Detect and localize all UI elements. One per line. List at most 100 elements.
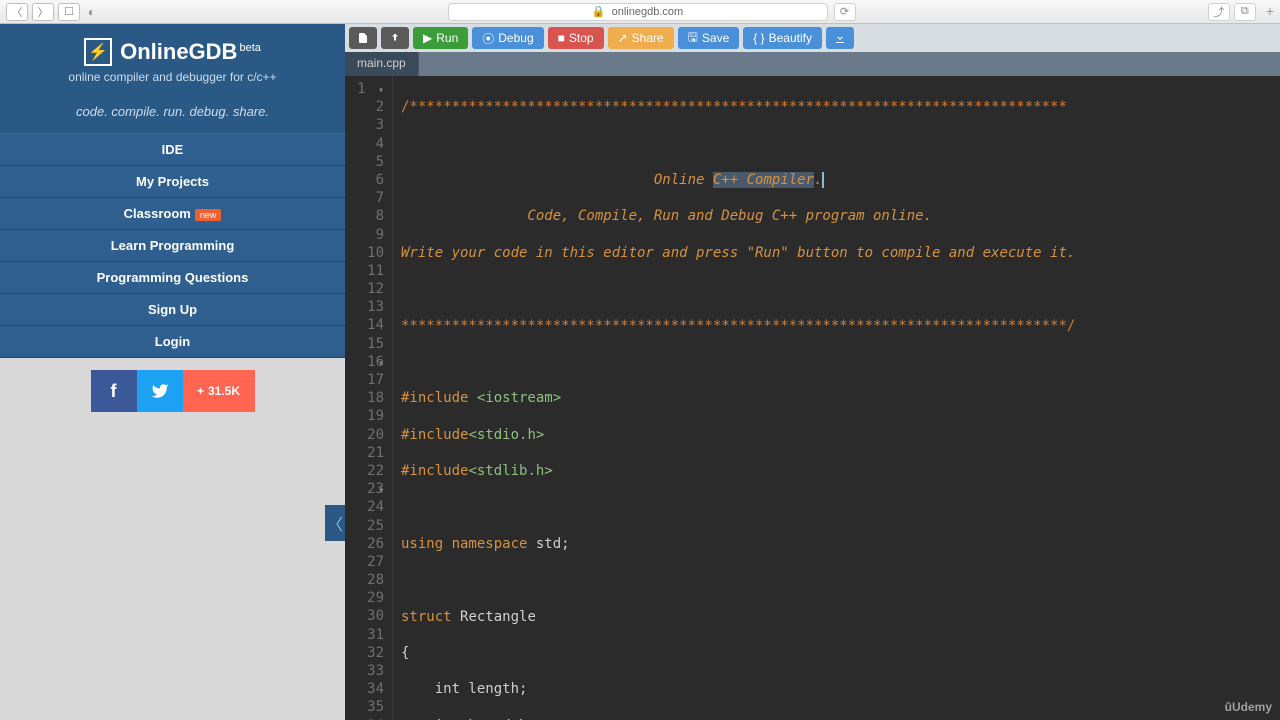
- share-button[interactable]: ↗ Share: [608, 27, 674, 49]
- code-text: std;: [536, 536, 570, 552]
- bolt-icon: ⚡: [84, 38, 112, 66]
- code-text: .: [814, 172, 824, 188]
- code-text: #include: [401, 390, 477, 406]
- stop-button[interactable]: ■ Stop: [548, 27, 604, 49]
- browser-toolbar: 〈 〉 ☐ ◐ 🔒 onlinegdb.com ⟳ ⤴ ⧉ +: [0, 0, 1280, 24]
- collapse-sidebar-button[interactable]: 〈: [325, 505, 345, 541]
- code-text: #include: [401, 427, 468, 443]
- upload-button[interactable]: [381, 27, 409, 49]
- sidebar-item-learn[interactable]: Learn Programming: [0, 230, 345, 262]
- code-content[interactable]: /***************************************…: [393, 76, 1280, 720]
- reload-button[interactable]: ⟳: [834, 3, 856, 21]
- download-icon: [834, 32, 846, 44]
- logo-area: ⚡ OnlineGDBbeta online compiler and debu…: [0, 24, 345, 90]
- code-text: [401, 571, 1272, 589]
- lock-icon: 🔒: [592, 5, 606, 18]
- editor-panel: ▶ Run ⦿Debug ■ Stop ↗ Share 🖫 Save { } Beauti…: [345, 24, 1280, 720]
- code-text: [401, 280, 1272, 298]
- udemy-icon: û: [1225, 700, 1232, 714]
- sidebar: ⚡ OnlineGDBbeta online compiler and debu…: [0, 24, 345, 720]
- code-text: Online: [401, 172, 713, 188]
- tabs-button[interactable]: ⧉: [1234, 3, 1256, 21]
- code-text: <stdlib.h>: [468, 463, 552, 479]
- code-text: Write your code in this editor and press…: [401, 245, 1075, 261]
- address-bar[interactable]: 🔒 onlinegdb.com: [448, 3, 828, 21]
- button-label: Stop: [569, 31, 594, 45]
- twitter-button[interactable]: [137, 370, 183, 412]
- code-editor[interactable]: 1 ▾23456789101112131415 ▾16171819202122 …: [345, 76, 1280, 720]
- braces-icon: { }: [753, 31, 764, 45]
- button-label: Share: [632, 31, 664, 45]
- udemy-label: Udemy: [1232, 700, 1272, 714]
- code-text: int length;: [401, 680, 1272, 698]
- new-file-button[interactable]: [349, 27, 377, 49]
- play-icon: ▶: [423, 31, 432, 45]
- nav-back-button[interactable]: 〈: [6, 3, 28, 21]
- url-text: onlinegdb.com: [612, 6, 684, 18]
- sidebar-item-label: Classroom: [124, 206, 191, 221]
- sidebar-item-signup[interactable]: Sign Up: [0, 294, 345, 326]
- brand-subtitle: online compiler and debugger for c/c++: [0, 70, 345, 84]
- button-label: Debug: [498, 31, 533, 45]
- save-button[interactable]: 🖫 Save: [678, 27, 740, 49]
- stop-icon: ■: [558, 31, 565, 45]
- nav-forward-button[interactable]: 〉: [32, 3, 54, 21]
- button-label: Run: [436, 31, 458, 45]
- code-text: Rectangle: [460, 609, 536, 625]
- share-page-button[interactable]: ⤴: [1208, 3, 1230, 21]
- code-text: {: [401, 644, 1272, 662]
- save-icon: 🖫: [688, 28, 698, 49]
- code-text: /***************************************…: [401, 99, 1067, 115]
- download-button[interactable]: [826, 27, 854, 49]
- sidebar-item-projects[interactable]: My Projects: [0, 166, 345, 198]
- beta-badge: beta: [239, 42, 260, 54]
- sidebar-item-login[interactable]: Login: [0, 326, 345, 358]
- sidebar-item-label: My Projects: [136, 174, 209, 189]
- sidebar-item-label: Programming Questions: [97, 270, 249, 285]
- code-text: struct: [401, 609, 460, 625]
- file-tab[interactable]: main.cpp: [345, 52, 419, 76]
- tab-bar: main.cpp: [345, 52, 1280, 76]
- new-badge: new: [195, 209, 222, 221]
- line-gutter: 1 ▾23456789101112131415 ▾16171819202122 …: [345, 76, 393, 720]
- code-text: Code, Compile, Run and Debug C++ program…: [401, 208, 932, 224]
- share-icon: ↗: [618, 31, 628, 45]
- brand-name: OnlineGDB: [120, 39, 237, 64]
- code-text: <iostream>: [477, 390, 561, 406]
- code-text: ****************************************…: [401, 318, 1075, 334]
- upload-icon: [389, 32, 401, 44]
- sidebar-item-classroom[interactable]: Classroom new: [0, 198, 345, 230]
- selected-text: C++ Compiler: [713, 172, 814, 188]
- file-icon: [357, 32, 369, 44]
- sidebar-item-label: IDE: [162, 142, 184, 157]
- debug-button[interactable]: ⦿Debug: [472, 27, 543, 49]
- editor-toolbar: ▶ Run ⦿Debug ■ Stop ↗ Share 🖫 Save { } Beauti…: [345, 24, 1280, 52]
- new-tab-button[interactable]: +: [1266, 3, 1274, 21]
- sidebar-filler: [0, 424, 345, 720]
- tagline: code. compile. run. debug. share.: [0, 90, 345, 134]
- share-count: 31.5K: [208, 384, 240, 398]
- udemy-watermark: ûUdemy: [1225, 700, 1272, 714]
- addthis-button[interactable]: +31.5K: [183, 370, 255, 412]
- sidebar-item-label: Learn Programming: [111, 238, 235, 253]
- sidebar-item-label: Sign Up: [148, 302, 197, 317]
- beautify-button[interactable]: { } Beautify: [743, 27, 822, 49]
- code-text: [401, 353, 1272, 371]
- reader-icon[interactable]: ◐: [88, 5, 95, 19]
- facebook-button[interactable]: f: [91, 370, 137, 412]
- social-row: f +31.5K: [0, 358, 345, 424]
- plus-icon: +: [197, 384, 204, 398]
- code-text: <stdio.h>: [468, 427, 544, 443]
- button-label: Save: [702, 31, 729, 45]
- code-text: #include: [401, 463, 468, 479]
- nav-sidebar-button[interactable]: ☐: [58, 3, 80, 21]
- sidebar-item-label: Login: [155, 334, 190, 349]
- twitter-icon: [151, 382, 169, 400]
- sidebar-item-questions[interactable]: Programming Questions: [0, 262, 345, 294]
- code-text: using: [401, 536, 452, 552]
- code-text: namespace: [452, 536, 536, 552]
- sidebar-item-ide[interactable]: IDE: [0, 134, 345, 166]
- code-text: [401, 499, 1272, 517]
- button-label: Beautify: [769, 31, 812, 45]
- run-button[interactable]: ▶ Run: [413, 27, 468, 49]
